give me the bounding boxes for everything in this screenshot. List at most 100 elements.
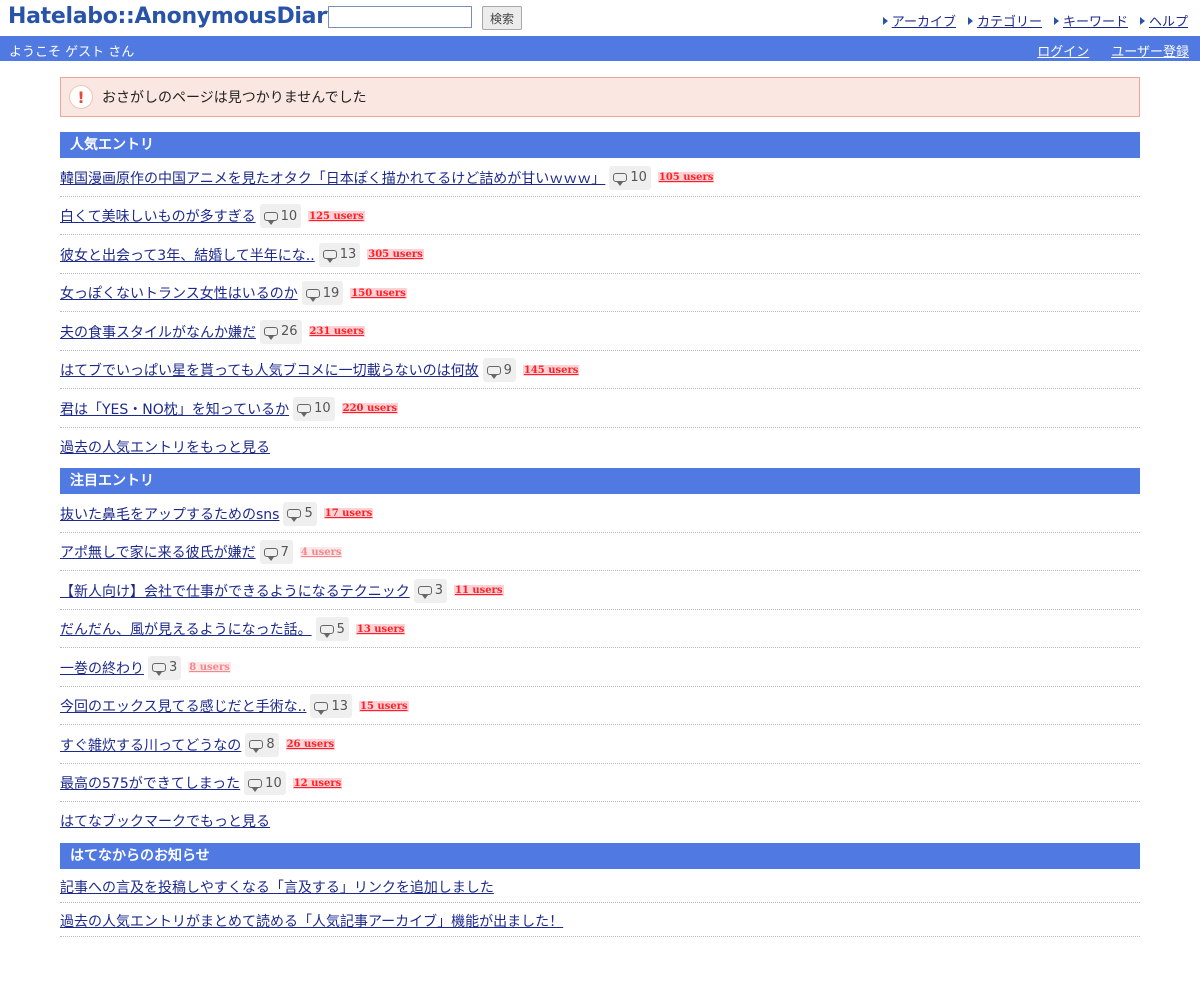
popular-more: 過去の人気エントリをもっと見る (60, 428, 1140, 467)
nav-help-link[interactable]: ヘルプ (1139, 11, 1188, 30)
bookmark-users-link[interactable]: 305 users (367, 249, 424, 261)
bookmark-users-link[interactable]: 11 users (454, 585, 504, 597)
notice-message: おさがしのページは見つかりませんでした (102, 90, 367, 106)
bookmark-users-link[interactable]: 231 users (308, 326, 366, 338)
section-heading-popular: 人気エントリ (60, 132, 1140, 158)
comment-bubble-icon (297, 404, 312, 418)
featured-entry-list: 抜いた鼻毛をアップするためのsns 5 17 users アポ無しで家に来る彼氏が嫌だ… (60, 494, 1140, 802)
entry-title-link[interactable]: だんだん、風が見えるようになった話。 (60, 619, 312, 639)
login-link[interactable]: ログイン (1037, 41, 1089, 60)
comment-count-badge[interactable]: 8 (245, 732, 279, 757)
bookmark-users-link[interactable]: 4 users (299, 546, 343, 558)
news-link[interactable]: 過去の人気エントリがまとめて読める「人気記事アーカイブ」機能が出ました！ (60, 911, 563, 931)
site-logo[interactable]: Hatelabo::AnonymousDiary (8, 4, 341, 29)
entry-title-link[interactable]: すぐ雑炊する川ってどうなの (60, 735, 241, 755)
arrow-right-icon (1139, 16, 1145, 25)
comment-bubble-icon (287, 509, 302, 523)
comment-count: 3 (169, 660, 178, 676)
entry-title-link[interactable]: はてブでいっぱい星を貰っても人気ブコメに一切載らないのは何故 (60, 360, 479, 380)
entry-title-link[interactable]: 君は「YES・NO枕」を知っているか (60, 399, 289, 419)
list-item: 抜いた鼻毛をアップするためのsns 5 17 users (60, 494, 1140, 533)
bookmark-users-link[interactable]: 12 users (292, 777, 343, 789)
entry-title-link[interactable]: 最高の575ができてしまった (60, 773, 240, 793)
entry-title-link[interactable]: 白くて美味しいものが多すぎる (60, 206, 256, 226)
arrow-right-icon (967, 16, 973, 25)
bookmark-users-link[interactable]: 26 users (285, 739, 336, 751)
entry-title-link[interactable]: 韓国漫画原作の中国アニメを見たオタク「日本ぽく描かれてるけど詰めが甘いｗｗｗ」 (60, 168, 605, 188)
news-link[interactable]: 記事への言及を投稿しやすくなる「言及する」リンクを追加しました (60, 877, 494, 897)
comment-count-badge[interactable]: 7 (259, 540, 293, 565)
comment-count-badge[interactable]: 3 (148, 655, 182, 680)
nav-archive-link[interactable]: アーカイブ (882, 11, 956, 30)
list-item: アポ無しで家に来る彼氏が嫌だ 7 4 users (60, 533, 1140, 571)
entry-title-link[interactable]: アポ無しで家に来る彼氏が嫌だ (60, 542, 256, 562)
account-links: ログイン ユーザー登録 (1015, 41, 1189, 60)
user-bar: ようこそ ゲスト さん ログイン ユーザー登録 (0, 36, 1200, 61)
comment-count-badge[interactable]: 9 (482, 358, 516, 383)
register-link[interactable]: ユーザー登録 (1111, 41, 1189, 60)
comment-bubble-icon (264, 327, 278, 341)
popular-more-link[interactable]: 過去の人気エントリをもっと見る (60, 437, 270, 457)
comment-count-badge[interactable]: 13 (318, 242, 361, 267)
arrow-right-icon (1053, 16, 1059, 25)
comment-bubble-icon (305, 288, 320, 302)
list-item: すぐ雑炊する川ってどうなの 8 26 users (60, 725, 1140, 764)
comment-count-badge[interactable]: 3 (413, 578, 447, 603)
bookmark-users-link[interactable]: 150 users (350, 287, 407, 299)
comment-count-badge[interactable]: 5 (315, 617, 349, 642)
bookmark-users-link[interactable]: 15 users (359, 700, 409, 712)
entry-title-link[interactable]: 今回のエックス見てる感じだと手術な.. (60, 696, 306, 716)
comment-count: 10 (314, 401, 331, 417)
list-item: 記事への言及を投稿しやすくなる「言及する」リンクを追加しました (60, 869, 1140, 903)
nav-keyword-link[interactable]: キーワード (1053, 11, 1128, 30)
bookmark-users-link[interactable]: 13 users (355, 623, 406, 635)
comment-count: 26 (281, 324, 298, 340)
search-input[interactable] (328, 6, 472, 28)
comment-count-badge[interactable]: 10 (244, 771, 286, 796)
bookmark-users-link[interactable]: 125 users (308, 210, 365, 222)
comment-count-badge[interactable]: 26 (260, 319, 302, 344)
search-button[interactable]: 検索 (482, 6, 522, 30)
bookmark-users-link[interactable]: 145 users (522, 364, 580, 376)
comment-count: 5 (304, 506, 313, 522)
comment-count: 3 (434, 583, 443, 599)
featured-more-link[interactable]: はてなブックマークでもっと見る (60, 811, 270, 831)
bookmark-users-link[interactable]: 8 users (188, 662, 231, 674)
list-item: 女っぽくないトランス女性はいるのか 19 150 users (60, 274, 1140, 312)
entry-title-link[interactable]: 彼女と出会って3年、結婚して半年にな.. (60, 245, 315, 265)
bookmark-users-link[interactable]: 105 users (657, 172, 715, 184)
comment-count: 8 (266, 737, 275, 753)
comment-count: 9 (503, 362, 512, 378)
comment-count: 10 (280, 208, 298, 224)
comment-bubble-icon (263, 547, 278, 561)
comment-count: 5 (336, 621, 345, 637)
comment-count-badge[interactable]: 13 (310, 694, 353, 719)
list-item: 君は「YES・NO枕」を知っているか 10 220 users (60, 389, 1140, 428)
entry-title-link[interactable]: 一巻の終わり (60, 658, 144, 678)
entry-title-link[interactable]: 抜いた鼻毛をアップするためのsns (60, 504, 279, 524)
comment-count-badge[interactable]: 10 (293, 396, 335, 421)
arrow-right-icon (882, 16, 888, 25)
featured-more: はてなブックマークでもっと見る (60, 802, 1140, 841)
comment-count-badge[interactable]: 19 (301, 281, 344, 306)
list-item: 最高の575ができてしまった 10 12 users (60, 764, 1140, 802)
comment-count-badge[interactable]: 5 (283, 501, 317, 526)
entry-title-link[interactable]: 夫の食事スタイルがなんか嫌だ (60, 322, 256, 342)
bookmark-users-link[interactable]: 17 users (323, 508, 374, 520)
list-item: 【新人向け】会社で仕事ができるようになるテクニック 3 11 users (60, 571, 1140, 610)
comment-count-badge[interactable]: 10 (609, 165, 651, 190)
nav-category-link[interactable]: カテゴリー (967, 11, 1042, 30)
comment-count-badge[interactable]: 10 (259, 204, 302, 229)
bookmark-users-link[interactable]: 220 users (341, 403, 399, 415)
section-heading-featured: 注目エントリ (60, 468, 1140, 494)
list-item: 一巻の終わり 3 8 users (60, 648, 1140, 687)
entry-title-link[interactable]: 女っぽくないトランス女性はいるのか (60, 283, 298, 303)
welcome-text: ようこそ ゲスト さん (9, 45, 135, 60)
entry-title-link[interactable]: 【新人向け】会社で仕事ができるようになるテクニック (60, 581, 410, 601)
comment-bubble-icon (249, 740, 264, 754)
comment-count: 7 (280, 544, 289, 560)
comment-bubble-icon (613, 173, 628, 187)
list-item: 韓国漫画原作の中国アニメを見たオタク「日本ぽく描かれてるけど詰めが甘いｗｗｗ」 1… (60, 158, 1140, 197)
list-item: 彼女と出会って3年、結婚して半年にな.. 13 305 users (60, 235, 1140, 274)
comment-count: 10 (265, 775, 282, 791)
